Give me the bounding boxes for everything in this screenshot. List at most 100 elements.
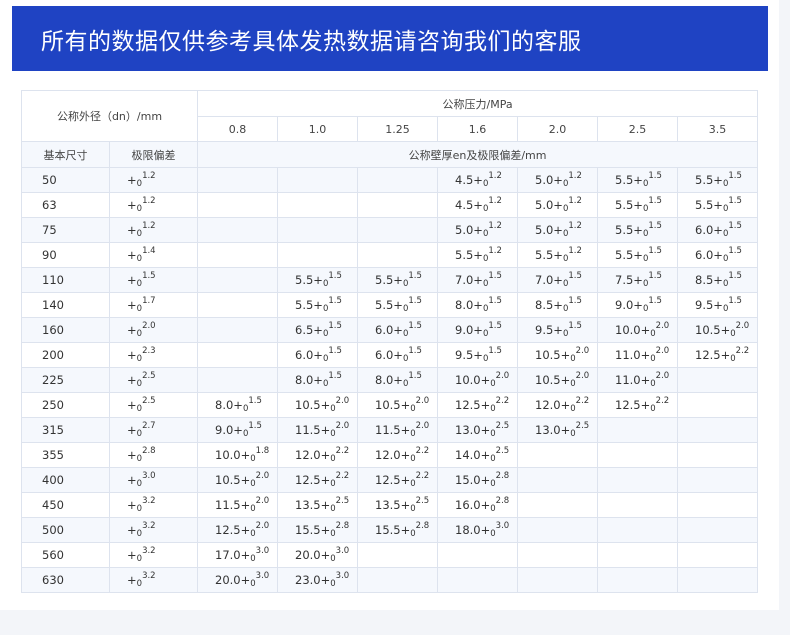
value-base: 10.5+ bbox=[535, 373, 571, 387]
wall-thickness-cell bbox=[357, 192, 438, 218]
value-base: 11.0+ bbox=[615, 373, 651, 387]
value-upper-limit: 1.7 bbox=[142, 296, 156, 306]
value-base: 13.5+ bbox=[375, 498, 411, 512]
value-upper-limit: 1.5 bbox=[248, 421, 262, 431]
value-base: 12.0+ bbox=[375, 448, 411, 462]
wall-thickness-cell bbox=[676, 367, 759, 393]
value-base: 10.5+ bbox=[215, 473, 251, 487]
value-base: 5.0+ bbox=[455, 223, 483, 237]
wall-thickness-cell bbox=[597, 517, 678, 543]
value-base: 6.0+ bbox=[375, 348, 403, 362]
value-base: 17.0+ bbox=[215, 548, 251, 562]
value-upper-limit: 1.5 bbox=[648, 296, 662, 306]
value-base: 5.0+ bbox=[535, 198, 563, 212]
table-row: 160 +02.0 6.5+01.5 6.0+01.5 9.0+01.5 9.5+01.5… bbox=[21, 317, 759, 343]
value-upper-limit: 3.0 bbox=[335, 546, 350, 556]
limit-deviation-cell: +01.7 bbox=[109, 292, 198, 318]
value-upper-limit: 1.5 bbox=[488, 271, 502, 281]
value-upper-limit: 2.2 bbox=[335, 471, 350, 481]
value-upper-limit: 1.5 bbox=[568, 321, 582, 331]
value-base: 4.5+ bbox=[455, 198, 483, 212]
table-row: 50 +01.2 4.5+01.2 5.0+01.2 5.5+01.5 5.5+01.5 bbox=[21, 167, 759, 193]
value-base: + bbox=[127, 223, 137, 237]
wall-thickness-cell bbox=[676, 542, 759, 568]
header-pressure: 2.5 bbox=[597, 116, 678, 142]
wall-thickness-cell: 20.0+03.0 bbox=[277, 542, 358, 568]
wall-thickness-cell: 5.5+01.5 bbox=[597, 167, 678, 193]
value-upper-limit: 1.2 bbox=[488, 196, 502, 206]
value-upper-limit: 1.2 bbox=[568, 246, 582, 256]
wall-thickness-cell bbox=[517, 467, 598, 493]
wall-thickness-cell bbox=[357, 242, 438, 268]
value-upper-limit: 1.2 bbox=[568, 171, 582, 181]
value-base: 5.5+ bbox=[695, 173, 723, 187]
header-row-pressure: 公称外径（dn）/mm 公称压力/MPa bbox=[21, 90, 759, 142]
spec-table: 公称外径（dn）/mm 公称压力/MPa 0.8 1.0 1.25 1.6 2.… bbox=[21, 90, 759, 593]
value-base: 9.5+ bbox=[535, 323, 563, 337]
value-base: + bbox=[127, 323, 137, 337]
limit-deviation-cell: +01.2 bbox=[109, 167, 198, 193]
wall-thickness-cell bbox=[517, 567, 598, 593]
wall-thickness-cell bbox=[676, 567, 759, 593]
value-upper-limit: 2.0 bbox=[575, 346, 590, 356]
value-base: 5.5+ bbox=[615, 198, 643, 212]
value-upper-limit: 1.5 bbox=[488, 321, 502, 331]
wall-thickness-cell: 5.5+01.5 bbox=[597, 242, 678, 268]
value-base: 23.0+ bbox=[295, 573, 331, 587]
wall-thickness-cell: 20.0+03.0 bbox=[197, 567, 278, 593]
wall-thickness-cell: 12.0+02.2 bbox=[277, 442, 358, 468]
wall-thickness-cell bbox=[197, 192, 278, 218]
wall-thickness-cell: 8.0+01.5 bbox=[197, 392, 278, 418]
wall-thickness-cell: 5.5+01.5 bbox=[597, 217, 678, 243]
value-base: 8.5+ bbox=[695, 273, 723, 287]
wall-thickness-cell bbox=[437, 542, 518, 568]
value-upper-limit: 2.0 bbox=[335, 421, 350, 431]
value-upper-limit: 1.8 bbox=[255, 446, 270, 456]
value-upper-limit: 1.5 bbox=[728, 246, 742, 256]
wall-thickness-cell: 15.5+02.8 bbox=[277, 517, 358, 543]
basic-size-cell: 63 bbox=[21, 192, 110, 218]
value-upper-limit: 1.5 bbox=[408, 296, 422, 306]
value-upper-limit: 1.5 bbox=[648, 246, 662, 256]
value-base: 7.5+ bbox=[615, 273, 643, 287]
value-base: 20.0+ bbox=[295, 548, 331, 562]
table-row: 560 +03.2 17.0+03.0 20.0+03.0 bbox=[21, 542, 759, 568]
wall-thickness-cell: 7.5+01.5 bbox=[597, 267, 678, 293]
wall-thickness-cell: 8.5+01.5 bbox=[517, 292, 598, 318]
value-upper-limit: 2.0 bbox=[655, 346, 670, 356]
basic-size-cell: 140 bbox=[21, 292, 110, 318]
value-base: 10.5+ bbox=[295, 398, 331, 412]
value-base: 10.0+ bbox=[215, 448, 251, 462]
wall-thickness-cell bbox=[597, 542, 678, 568]
value-base: 5.0+ bbox=[535, 223, 563, 237]
value-upper-limit: 1.4 bbox=[142, 246, 156, 256]
value-base: 9.5+ bbox=[455, 348, 483, 362]
wall-thickness-cell: 9.0+01.5 bbox=[197, 417, 278, 443]
value-base: 12.5+ bbox=[215, 523, 251, 537]
wall-thickness-cell bbox=[597, 417, 678, 443]
wall-thickness-cell bbox=[676, 492, 759, 518]
value-upper-limit: 1.5 bbox=[728, 196, 742, 206]
header-limit-deviation: 极限偏差 bbox=[109, 141, 198, 168]
wall-thickness-cell: 6.0+01.5 bbox=[676, 242, 759, 268]
value-base: 8.0+ bbox=[375, 373, 403, 387]
value-upper-limit: 1.5 bbox=[648, 196, 662, 206]
limit-deviation-cell: +01.2 bbox=[109, 192, 198, 218]
basic-size-cell: 90 bbox=[21, 242, 110, 268]
wall-thickness-cell: 5.0+01.2 bbox=[517, 192, 598, 218]
basic-size-cell: 630 bbox=[21, 567, 110, 593]
wall-thickness-cell bbox=[676, 392, 759, 418]
value-base: + bbox=[127, 398, 137, 412]
value-upper-limit: 1.5 bbox=[568, 271, 582, 281]
wall-thickness-cell: 15.5+02.8 bbox=[357, 517, 438, 543]
value-base: 12.5+ bbox=[455, 398, 491, 412]
limit-deviation-cell: +03.2 bbox=[109, 517, 198, 543]
content-card: 所有的数据仅供参考具体发热数据请咨询我们的客服 公称外径（dn）/mm 公称压力… bbox=[0, 0, 779, 610]
wall-thickness-cell: 8.0+01.5 bbox=[277, 367, 358, 393]
table-row: 90 +01.4 5.5+01.2 5.5+01.2 5.5+01.5 6.0+01.5 bbox=[21, 242, 759, 268]
value-upper-limit: 1.5 bbox=[328, 321, 342, 331]
basic-size-cell: 355 bbox=[21, 442, 110, 468]
wall-thickness-cell: 12.5+02.0 bbox=[197, 517, 278, 543]
value-upper-limit: 2.8 bbox=[495, 471, 510, 481]
value-upper-limit: 2.8 bbox=[335, 521, 350, 531]
